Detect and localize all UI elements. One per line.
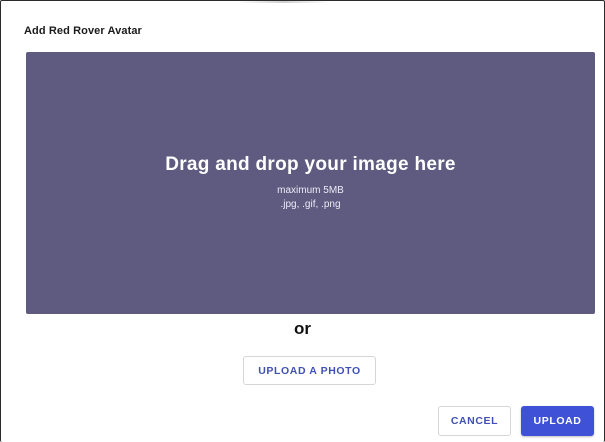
cancel-button[interactable]: CANCEL (438, 406, 511, 436)
upload-a-photo-button[interactable]: UPLOAD A PHOTO (243, 356, 376, 385)
dropzone-max-size: maximum 5MB (277, 185, 344, 196)
dialog-title: Add Red Rover Avatar (24, 25, 142, 37)
background-edge (237, 1, 329, 3)
upload-button[interactable]: UPLOAD (521, 406, 594, 436)
dropzone-file-types: .jpg, .gif, .png (280, 199, 341, 210)
or-divider: or (294, 319, 311, 338)
dropzone-heading: Drag and drop your image here (165, 154, 456, 175)
image-dropzone[interactable]: Drag and drop your image here maximum 5M… (26, 52, 595, 314)
add-avatar-dialog: Add Red Rover Avatar Drag and drop your … (0, 0, 605, 442)
